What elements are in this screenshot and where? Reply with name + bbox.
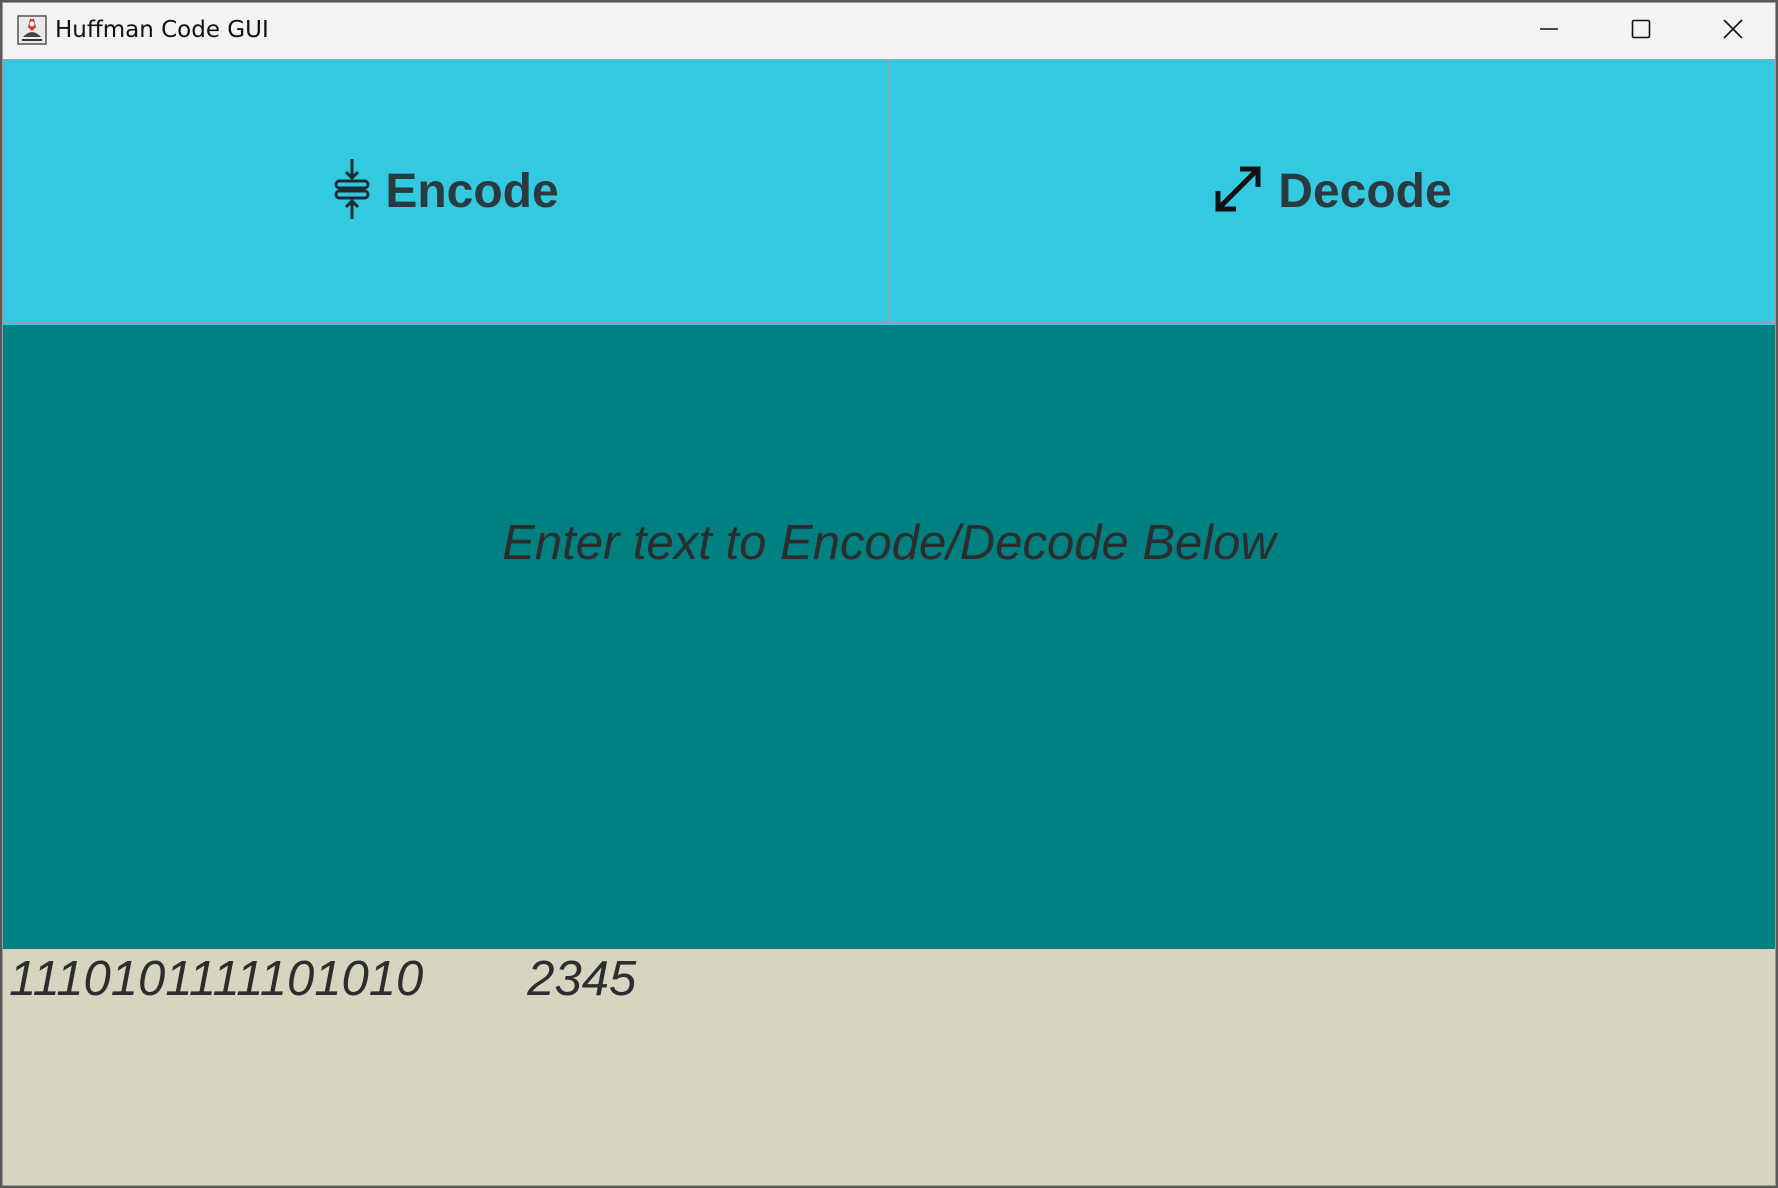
io-text-line[interactable]: 1110101111101010 2345 xyxy=(9,951,636,1007)
app-window: Huffman Code GUI Encode Decode Enter tex… xyxy=(2,2,1776,1186)
action-button-row: Encode Decode xyxy=(3,59,1775,325)
maximize-button[interactable] xyxy=(1595,3,1687,59)
minimize-icon xyxy=(1538,18,1560,44)
maximize-icon xyxy=(1630,18,1652,44)
encoded-output: 1110101111101010 xyxy=(9,952,424,1006)
window-title: Huffman Code GUI xyxy=(55,17,269,43)
prompt-label: Enter text to Encode/Decode Below xyxy=(502,516,1276,570)
title-bar[interactable]: Huffman Code GUI xyxy=(3,3,1775,59)
input-text: 2345 xyxy=(527,952,637,1006)
java-app-icon xyxy=(17,15,47,45)
encode-button[interactable]: Encode xyxy=(3,59,889,323)
compress-icon xyxy=(333,157,371,226)
expand-icon xyxy=(1212,163,1264,220)
encode-label: Encode xyxy=(385,164,559,218)
text-input-area[interactable]: 1110101111101010 2345 xyxy=(3,949,1775,1185)
decode-label: Decode xyxy=(1278,164,1452,218)
close-icon xyxy=(1722,18,1744,44)
close-button[interactable] xyxy=(1687,3,1775,59)
prompt-panel: Enter text to Encode/Decode Below xyxy=(3,325,1775,949)
decode-button[interactable]: Decode xyxy=(889,59,1775,323)
minimize-button[interactable] xyxy=(1503,3,1595,59)
